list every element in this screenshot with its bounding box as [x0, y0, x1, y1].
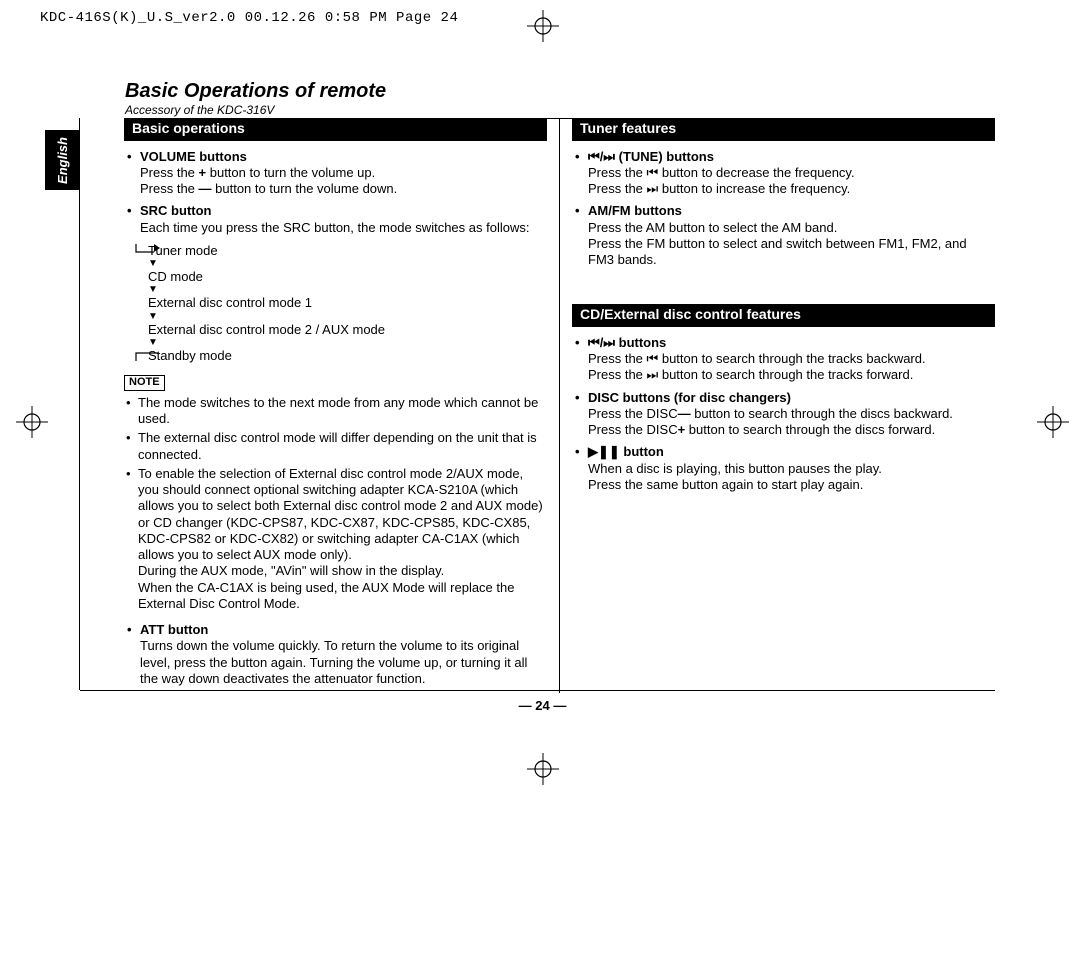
- cycle-bottom-arrow-icon: [134, 351, 160, 363]
- next-track-icon: ⏭: [647, 367, 659, 382]
- down-arrow-icon: ▼: [148, 286, 547, 294]
- item-track-buttons: ⏮/⏭ buttons Press the ⏮ button to search…: [572, 335, 995, 384]
- item-body: Each time you press the SRC button, the …: [140, 220, 547, 236]
- item-volume-buttons: VOLUME buttons Press the + button to tur…: [124, 149, 547, 198]
- mode-line: Standby mode: [148, 347, 547, 365]
- item-amfm-buttons: AM/FM buttons Press the AM button to sel…: [572, 203, 995, 268]
- item-play-pause-button: ▶❚❚ button When a disc is playing, this …: [572, 444, 995, 493]
- source-line-text: KDC-416S(K)_U.S_ver2.0 00.12.26 0:58 PM …: [40, 10, 458, 26]
- minus-icon: —: [678, 406, 691, 421]
- item-body: Press the ⏮ button to search through the…: [588, 351, 995, 384]
- play-pause-icon: ▶❚❚ button: [588, 444, 664, 459]
- item-body: Press the DISC— button to search through…: [588, 406, 995, 439]
- language-tab: English: [45, 130, 79, 190]
- prev-next-track-icon: ⏮/⏭ (TUNE) buttons: [588, 149, 714, 164]
- prev-track-icon: ⏮: [647, 165, 659, 180]
- right-column: Tuner features ⏮/⏭ (TUNE) buttons Press …: [560, 118, 995, 693]
- prev-track-icon: ⏮: [647, 351, 659, 366]
- mode-line: External disc control mode 1: [148, 294, 547, 312]
- item-title: ⏮/⏭ (TUNE) buttons: [588, 149, 714, 164]
- down-arrow-icon: ▼: [148, 313, 547, 321]
- left-column: Basic operations VOLUME buttons Press th…: [124, 118, 560, 693]
- basic-operations-bar: Basic operations: [124, 118, 547, 141]
- note-list: The mode switches to the next mode from …: [124, 395, 547, 612]
- item-body: When a disc is playing, this button paus…: [588, 461, 995, 494]
- content-columns: Basic operations VOLUME buttons Press th…: [124, 118, 995, 693]
- page-subtitle: Accessory of the KDC-316V: [125, 103, 995, 119]
- item-title: SRC button: [140, 203, 211, 218]
- mode-line: External disc control mode 2 / AUX mode: [148, 321, 547, 339]
- cycle-top-arrow-icon: [134, 242, 160, 254]
- document-source-line: KDC-416S(K)_U.S_ver2.0 00.12.26 0:58 PM …: [40, 10, 458, 26]
- next-track-icon: ⏭: [647, 181, 659, 196]
- item-title: ▶❚❚ button: [588, 444, 664, 459]
- item-body: Press the ⏮ button to decrease the frequ…: [588, 165, 995, 198]
- down-arrow-icon: ▼: [148, 339, 547, 347]
- item-body: Turns down the volume quickly. To return…: [140, 638, 547, 687]
- page-title: Basic Operations of remote: [125, 80, 995, 103]
- note-item: The mode switches to the next mode from …: [138, 395, 547, 428]
- item-att-button: ATT button Turns down the volume quickly…: [124, 622, 547, 687]
- item-src-button: SRC button Each time you press the SRC b…: [124, 203, 547, 236]
- tuner-features-bar: Tuner features: [572, 118, 995, 141]
- item-title: ATT button: [140, 622, 208, 637]
- item-title: DISC buttons (for disc changers): [588, 390, 791, 405]
- registration-mark-left-icon: [16, 406, 48, 438]
- note-item: To enable the selection of External disc…: [138, 466, 547, 612]
- item-tune-buttons: ⏮/⏭ (TUNE) buttons Press the ⏮ button to…: [572, 149, 995, 198]
- cd-features-bar: CD/External disc control features: [572, 304, 995, 327]
- plus-icon: +: [199, 165, 207, 180]
- mode-cycle-diagram: Tuner mode ▼ CD mode ▼ External disc con…: [134, 242, 547, 365]
- note-item: The external disc control mode will diff…: [138, 430, 547, 463]
- down-arrow-icon: ▼: [148, 260, 547, 268]
- mode-line: CD mode: [148, 268, 547, 286]
- item-body: Press the + button to turn the volume up…: [140, 165, 547, 198]
- language-tab-label: English: [55, 137, 70, 184]
- item-title: AM/FM buttons: [588, 203, 682, 218]
- item-disc-buttons: DISC buttons (for disc changers) Press t…: [572, 390, 995, 439]
- column-spacer: [572, 274, 995, 304]
- item-title: VOLUME buttons: [140, 149, 247, 164]
- note-label: NOTE: [124, 375, 165, 391]
- footer-rule: [80, 690, 995, 691]
- registration-mark-right-icon: [1037, 406, 1069, 438]
- item-body: Press the AM button to select the AM ban…: [588, 220, 995, 269]
- mode-line: Tuner mode: [148, 242, 547, 260]
- registration-mark-bottom-icon: [527, 753, 559, 785]
- page-title-block: Basic Operations of remote Accessory of …: [125, 80, 995, 119]
- minus-icon: —: [199, 181, 212, 196]
- prev-next-track-icon: ⏮/⏭ buttons: [588, 335, 666, 350]
- page-number: — 24 —: [0, 698, 1085, 713]
- registration-mark-top-icon: [527, 10, 559, 42]
- left-margin-rule: [79, 118, 80, 690]
- item-title: ⏮/⏭ buttons: [588, 335, 666, 350]
